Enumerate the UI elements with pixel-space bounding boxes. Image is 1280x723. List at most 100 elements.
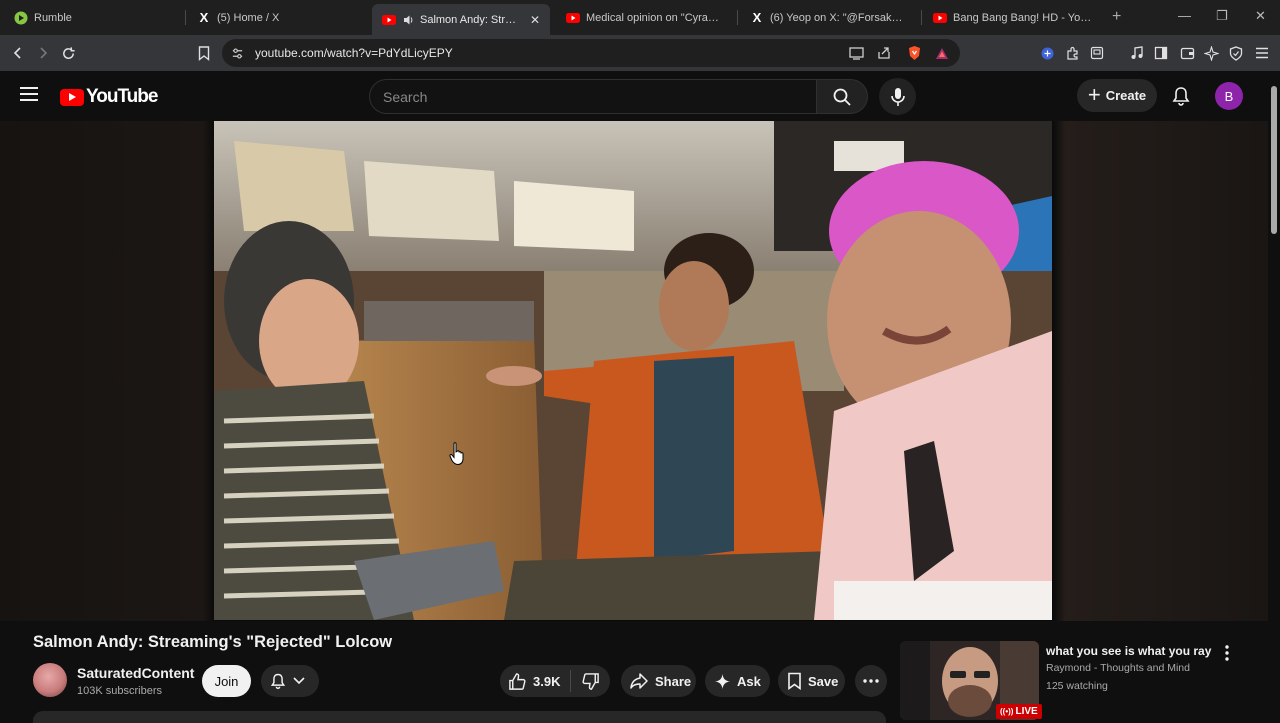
- bookmark-icon[interactable]: [194, 43, 214, 63]
- recommendation-title[interactable]: what you see is what you ray: [1046, 644, 1211, 658]
- share-button[interactable]: Share: [621, 665, 696, 697]
- brave-shields-icon[interactable]: [906, 45, 922, 61]
- leo-ai-icon[interactable]: [1201, 43, 1221, 63]
- browser-toolbar: youtube.com/watch?v=PdYdLicyEPY: [0, 35, 1280, 71]
- forward-icon[interactable]: [33, 43, 53, 63]
- tab-divider: [737, 10, 738, 25]
- address-bar[interactable]: youtube.com/watch?v=PdYdLicyEPY: [222, 39, 960, 67]
- share-page-icon[interactable]: [876, 45, 892, 61]
- search-button[interactable]: [816, 79, 868, 114]
- share-arrow-icon: [630, 673, 648, 689]
- like-dislike-group: 3.9K: [500, 665, 610, 697]
- reload-icon[interactable]: [58, 43, 78, 63]
- voice-search-button[interactable]: [879, 78, 916, 115]
- rumble-icon: [14, 11, 28, 25]
- live-label: LIVE: [1015, 706, 1038, 717]
- chevron-down-icon: [293, 677, 305, 685]
- search-icon: [833, 88, 851, 106]
- tab-medical-opinion[interactable]: Medical opinion on "Cyraxx"'s m: [556, 4, 731, 31]
- more-horizontal-icon: [863, 679, 879, 683]
- url-text: youtube.com/watch?v=PdYdLicyEPY: [255, 46, 453, 60]
- tab-label: Bang Bang Bang! HD - YouTube: [953, 11, 1093, 24]
- tab-x-home[interactable]: X (5) Home / X: [187, 4, 367, 31]
- subscription-notifications-button[interactable]: [261, 665, 319, 697]
- ask-label: Ask: [737, 673, 761, 689]
- youtube-icon: [933, 11, 947, 25]
- browser-menu-icon[interactable]: [1252, 43, 1272, 63]
- notifications-bell-icon[interactable]: [1170, 85, 1192, 107]
- more-vertical-icon[interactable]: [1221, 644, 1233, 662]
- sidebar-icon[interactable]: [1151, 43, 1171, 63]
- like-count: 3.9K: [533, 673, 561, 689]
- microphone-icon: [890, 87, 905, 106]
- new-tab-icon[interactable]: +: [1112, 8, 1121, 26]
- cast-icon[interactable]: [848, 45, 864, 61]
- ask-button[interactable]: Ask: [705, 665, 770, 697]
- minimize-icon[interactable]: —: [1178, 8, 1191, 23]
- vpn-icon[interactable]: [1037, 43, 1057, 63]
- tab-label: (6) Yeop on X: "@ForsakenWar: [770, 11, 908, 24]
- thumbs-down-icon: [582, 672, 599, 690]
- tab-divider: [185, 10, 186, 25]
- live-broadcast-icon: ((•)): [1000, 707, 1014, 716]
- tab-rumble[interactable]: Rumble: [4, 4, 184, 31]
- tab-label: Medical opinion on "Cyraxx"'s m: [586, 11, 721, 24]
- save-button[interactable]: Save: [778, 665, 845, 697]
- subscriber-count: 103K subscribers: [77, 685, 162, 697]
- speaker-icon[interactable]: [402, 13, 416, 27]
- like-button[interactable]: 3.9K: [500, 672, 570, 691]
- youtube-play-icon: [60, 88, 84, 106]
- dislike-button[interactable]: [571, 672, 610, 691]
- hand-cursor-icon: [449, 442, 467, 466]
- sparkle-icon: [714, 673, 731, 689]
- reading-mode-icon[interactable]: [1087, 43, 1107, 63]
- recommendation-viewers: 125 watching: [1046, 680, 1108, 692]
- thumbs-up-icon: [509, 672, 526, 690]
- youtube-icon: [566, 11, 580, 25]
- youtube-logo[interactable]: YouTube: [60, 86, 158, 108]
- account-avatar[interactable]: B: [1215, 82, 1243, 110]
- x-icon: X: [752, 10, 762, 25]
- create-button[interactable]: + Create: [1077, 79, 1157, 112]
- brave-rewards-icon[interactable]: [934, 45, 950, 61]
- channel-avatar[interactable]: [33, 663, 67, 697]
- channel-name[interactable]: SaturatedContent: [77, 665, 194, 681]
- back-icon[interactable]: [8, 43, 28, 63]
- tab-label: Salmon Andy: Streaming: [420, 13, 520, 26]
- youtube-header: YouTube Search + Create B: [0, 71, 1268, 121]
- bell-icon: [270, 673, 286, 690]
- logo-text: YouTube: [86, 86, 158, 107]
- bookmark-icon: [788, 672, 801, 690]
- media-icon[interactable]: [1127, 43, 1147, 63]
- youtube-icon: [382, 13, 396, 27]
- create-label: Create: [1105, 88, 1147, 103]
- save-label: Save: [808, 673, 839, 689]
- restore-icon[interactable]: ❐: [1216, 8, 1228, 24]
- extensions-icon[interactable]: [1062, 43, 1082, 63]
- guide-menu-icon[interactable]: [20, 87, 38, 101]
- tab-divider: [921, 10, 922, 25]
- share-label: Share: [655, 673, 692, 689]
- video-frame: [214, 121, 1052, 620]
- description-box[interactable]: [33, 711, 886, 723]
- x-icon: X: [199, 10, 209, 25]
- live-badge: ((•)) LIVE: [996, 704, 1042, 719]
- tab-label: Rumble: [34, 11, 72, 24]
- recommendation-channel[interactable]: Raymond - Thoughts and Mind: [1046, 662, 1190, 674]
- join-button[interactable]: Join: [202, 665, 251, 697]
- vpn-shield-icon[interactable]: [1226, 43, 1246, 63]
- close-window-icon[interactable]: ✕: [1255, 8, 1266, 24]
- video-title: Salmon Andy: Streaming's "Rejected" Lolc…: [33, 633, 393, 651]
- close-tab-icon[interactable]: ✕: [530, 13, 540, 27]
- tab-salmon-andy[interactable]: Salmon Andy: Streaming ✕: [372, 4, 550, 35]
- tab-label: (5) Home / X: [217, 11, 280, 24]
- tab-bang-bang[interactable]: Bang Bang Bang! HD - YouTube: [923, 4, 1103, 31]
- browser-tab-strip: Rumble X (5) Home / X Salmon Andy: Strea…: [0, 0, 1280, 35]
- tab-yeop-on-x[interactable]: X (6) Yeop on X: "@ForsakenWar: [740, 4, 918, 31]
- video-player[interactable]: [214, 121, 1052, 620]
- more-actions-button[interactable]: [855, 665, 887, 697]
- site-settings-icon[interactable]: [229, 45, 245, 61]
- scrollbar-thumb[interactable]: [1271, 86, 1277, 234]
- search-input[interactable]: Search: [369, 79, 816, 114]
- wallet-icon[interactable]: [1177, 43, 1197, 63]
